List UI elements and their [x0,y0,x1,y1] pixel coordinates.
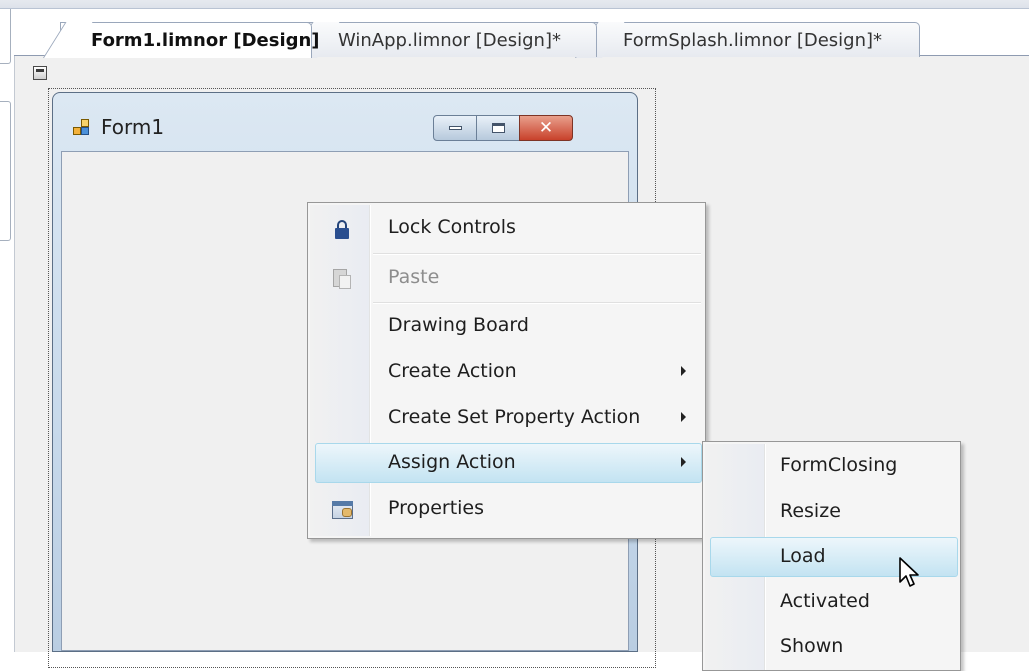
submenu-arrow-icon [681,412,686,422]
menu-item-label: Load [780,545,826,567]
mouse-pointer-icon [899,557,919,587]
submenu-arrow-icon [681,366,686,376]
submenu-item-formclosing[interactable]: FormClosing [706,445,958,489]
assign-action-submenu: FormClosing Resize Load Activated Shown [702,441,961,671]
menu-item-label: Shown [780,635,844,657]
component-tray-toggle-icon[interactable] [33,66,47,80]
submenu-item-shown[interactable]: Shown [706,626,958,670]
menu-item-lock-controls[interactable]: Lock Controls [311,207,702,251]
tab-winapp-design[interactable]: WinApp.limnor [Design]* [307,22,597,57]
panel-edge-top [0,9,11,64]
close-icon: ✕ [538,117,554,138]
menu-item-label: Create Action [388,360,517,382]
menu-item-paste: Paste [311,257,702,301]
form-title: Form1 [101,115,165,139]
menu-item-label: Create Set Property Action [388,406,641,428]
minimize-button[interactable] [433,115,477,141]
menu-item-label: Resize [780,500,841,522]
document-tab-strip: Form1.limnor [Design] WinApp.limnor [Des… [14,9,1029,58]
tab-label: Form1.limnor [Design] [91,30,320,51]
lock-icon [331,217,353,239]
tab-label: WinApp.limnor [Design]* [338,29,561,51]
menu-item-create-action[interactable]: Create Action [311,351,702,395]
paste-icon [331,267,353,289]
submenu-item-resize[interactable]: Resize [706,491,958,535]
submenu-arrow-icon [681,457,686,467]
menu-separator [373,253,701,255]
menu-item-label: Lock Controls [388,216,516,238]
tab-form1-design[interactable]: Form1.limnor [Design] [60,22,320,58]
close-button[interactable]: ✕ [519,115,573,141]
ide-top-strip [0,0,1029,9]
context-menu: Lock Controls Paste Drawing Board Create… [307,202,706,539]
menu-item-label: Assign Action [388,451,516,473]
menu-item-label: Activated [780,590,870,612]
menu-item-label: FormClosing [780,454,898,476]
tab-label: FormSplash.limnor [Design]* [623,29,883,51]
toolbox-panel-edge [0,9,14,652]
menu-item-label: Properties [388,497,485,519]
form-titlebar[interactable]: Form1 ✕ [53,93,637,151]
menu-item-assign-action[interactable]: Assign Action [311,442,702,486]
menu-item-properties[interactable]: Properties [311,488,702,532]
menu-item-label: Drawing Board [388,314,529,336]
maximize-button[interactable] [476,115,520,141]
tab-formsplash-design[interactable]: FormSplash.limnor [Design]* [592,22,920,57]
minimize-icon [448,126,462,130]
properties-icon [331,498,353,520]
menu-item-create-set-property-action[interactable]: Create Set Property Action [311,397,702,441]
form-app-icon [73,119,93,137]
menu-item-label: Paste [388,266,440,288]
panel-edge-middle [0,101,11,241]
maximize-icon [491,123,505,133]
menu-item-drawing-board[interactable]: Drawing Board [311,305,702,349]
menu-separator [373,302,701,304]
